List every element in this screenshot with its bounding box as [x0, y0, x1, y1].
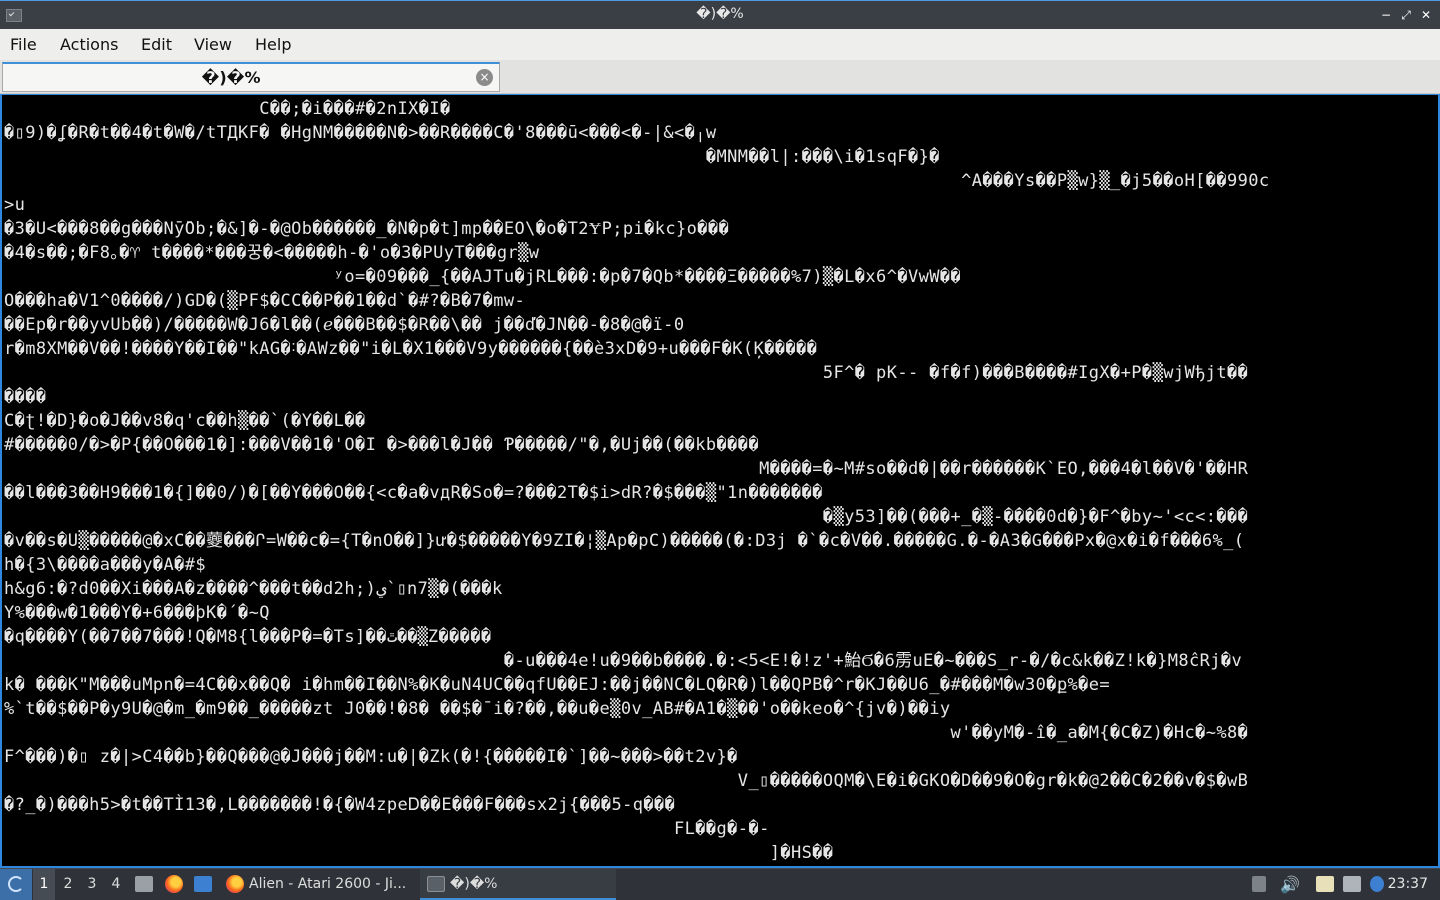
desktop-icon[interactable]: [194, 876, 212, 892]
menu-file[interactable]: File: [10, 35, 37, 54]
task-label: Alien - Atari 2600 - Ji...: [249, 876, 407, 892]
terminal-line: ��l���3��H9���1�{]��0/)�[��Y���O��{<c�a�…: [4, 483, 823, 503]
menubar: File Actions Edit View Help: [0, 29, 1440, 60]
terminal-line: �v��s�U▒�����@�xC��蘷���Ր=W��c�={T�nO��]}…: [4, 531, 1245, 551]
terminal-line: h�{3\����a���y�A�#$: [4, 555, 207, 575]
terminal-line: �4�s��;�F8｡�♈ t����*���꿍�<�����h-�'o�3�P…: [4, 243, 540, 263]
window-title: �)�%: [696, 6, 744, 22]
menu-actions[interactable]: Actions: [60, 35, 118, 54]
tab-label: �)�%: [201, 68, 261, 87]
tab-close-icon[interactable]: ×: [476, 69, 493, 86]
window-titlebar[interactable]: �)�% − ⤢ ✕: [0, 0, 1440, 29]
terminal-line: V_▯�����OQM�\E�i�GKO�D��9�O�gr�k�@2��C�2…: [4, 771, 1249, 791]
terminal-line: O���ha�V1^0����/)GD�(▒PF$�CC��P��1��d`�#…: [4, 291, 526, 311]
workspace-2[interactable]: 2: [57, 869, 79, 900]
task-label: �)�%: [450, 876, 498, 892]
start-menu-button[interactable]: [0, 869, 32, 900]
terminal-line: �-u���4e!u�9��b����.�:<5<E!�!z'+鮐Ϭ�6雳uE�…: [4, 651, 1243, 671]
terminal-line: #�����0/�>�P{��O���1�]:���V��1�'O�I �>��…: [4, 435, 760, 455]
terminal-line: w'��yM�-î�_a�M{�C�Z)�Hc�~%8�: [4, 723, 1249, 743]
terminal-line: F^���)�▯ z�|>C4��b}��Q���@�J���j��M:u�|�…: [4, 747, 738, 767]
clock: 23:37: [1387, 876, 1428, 892]
clipboard-icon[interactable]: [1316, 876, 1334, 892]
terminal-line: C��;�i���#�2nIX�I�: [4, 99, 451, 119]
restore-button[interactable]: ⤢: [1398, 7, 1414, 23]
task-terminal[interactable]: �)�%: [420, 869, 616, 900]
workspace-1[interactable]: 1: [33, 869, 55, 900]
terminal-line: k� ���K"M���uMpn�=4C��x��Q� i�hm��I��N%�…: [4, 675, 1111, 695]
terminal-line: �▒y53]��(���+_�▒-����0d�}�F^�by~'<c<:���: [4, 507, 1249, 527]
terminal-tab[interactable]: �)�% ×: [2, 62, 500, 92]
terminal-output[interactable]: C��;�i���#�2nIX�I� �▯9)�ʆ�R�t��4�t�W�/tTД…: [0, 94, 1440, 868]
terminal-icon: [427, 876, 445, 892]
workspace-4[interactable]: 4: [105, 869, 127, 900]
terminal-line: �3�U<���8��g���Nȳ̄Ob;�&]�-�@Ob������_�N�…: [4, 219, 730, 239]
terminal-line: 5F^� pK-- �f�f)���B����#IgX�+P�▒wjWђjt��: [4, 363, 1249, 383]
network-icon[interactable]: [1343, 876, 1361, 892]
terminal-line: �MNM��l|:���\i�1sqF�}�: [4, 147, 940, 167]
terminal-line: ]�HS��: [4, 843, 834, 863]
close-button[interactable]: ✕: [1418, 7, 1434, 23]
firefox-icon: [226, 875, 244, 893]
menu-help[interactable]: Help: [255, 35, 291, 54]
terminal-line: >u: [4, 195, 26, 215]
menu-edit[interactable]: Edit: [141, 35, 172, 54]
terminal-line: ʸo=�09���_{��AJTu�jRL���:�p�7�Qb*����Ξ��…: [4, 267, 962, 287]
volume-icon[interactable]: 🔊: [1280, 869, 1300, 900]
terminal-line: %`t��$��P�y9U�@�m_�m9��_�����zt J0��!�8�…: [4, 699, 951, 719]
terminal-line: FL��g�-�-: [4, 819, 770, 839]
terminal-line: r�m8XM��V��!����Y��I��"kAG�˸�AWz��"i�L�X…: [4, 339, 818, 359]
notification-icon[interactable]: [1370, 876, 1384, 892]
minimize-button[interactable]: −: [1378, 7, 1394, 23]
tab-bar: �)�% ×: [0, 60, 1440, 94]
terminal-line: �q����Y(��7��7���!Q�M8{l���P�=�Ts]��ٿ��▒…: [4, 627, 492, 647]
terminal-line: �▯9)�ʆ�R�t��4�t�W�/tTДKF� �HgNM�����N�>�…: [4, 123, 717, 143]
terminal-line: ����: [4, 387, 47, 407]
terminal-line: �?_�)���h5>�t��TÌ13�‚L�������!�{�W4zpeᎠ�…: [4, 795, 676, 815]
task-firefox-alien[interactable]: Alien - Atari 2600 - Ji...: [222, 869, 412, 900]
terminal-line: h&g6:�?d0��Xi���A�z����^���t��d2h;)ي`▯n7…: [4, 579, 503, 599]
terminal-line: ^A���Ys��P▒w}▒_�j5��oH[��990c: [4, 171, 1270, 191]
terminal-line: M����=�~M#so��d�|��r������K`EO,���4�l��V…: [4, 459, 1249, 479]
terminal-line: C�ʈ!�D}�o�J��v8�q'c��h▒��`(�Y��L��: [4, 411, 366, 431]
file-manager-icon[interactable]: [135, 876, 153, 892]
taskbar: 1 2 3 4 Alien - Atari 2600 - Ji... �)�% …: [0, 868, 1440, 900]
menu-view[interactable]: View: [194, 35, 232, 54]
terminal-line: ��Ep�r��yvUb��)/�����W�J6�l��(ℯ���B��$�R…: [4, 315, 685, 335]
updates-icon[interactable]: [1252, 876, 1266, 892]
workspace-3[interactable]: 3: [81, 869, 103, 900]
terminal-line: Y%���w�1���Y�+6���ϸK�´�~Q: [4, 603, 270, 623]
firefox-launcher-icon[interactable]: [165, 875, 183, 893]
